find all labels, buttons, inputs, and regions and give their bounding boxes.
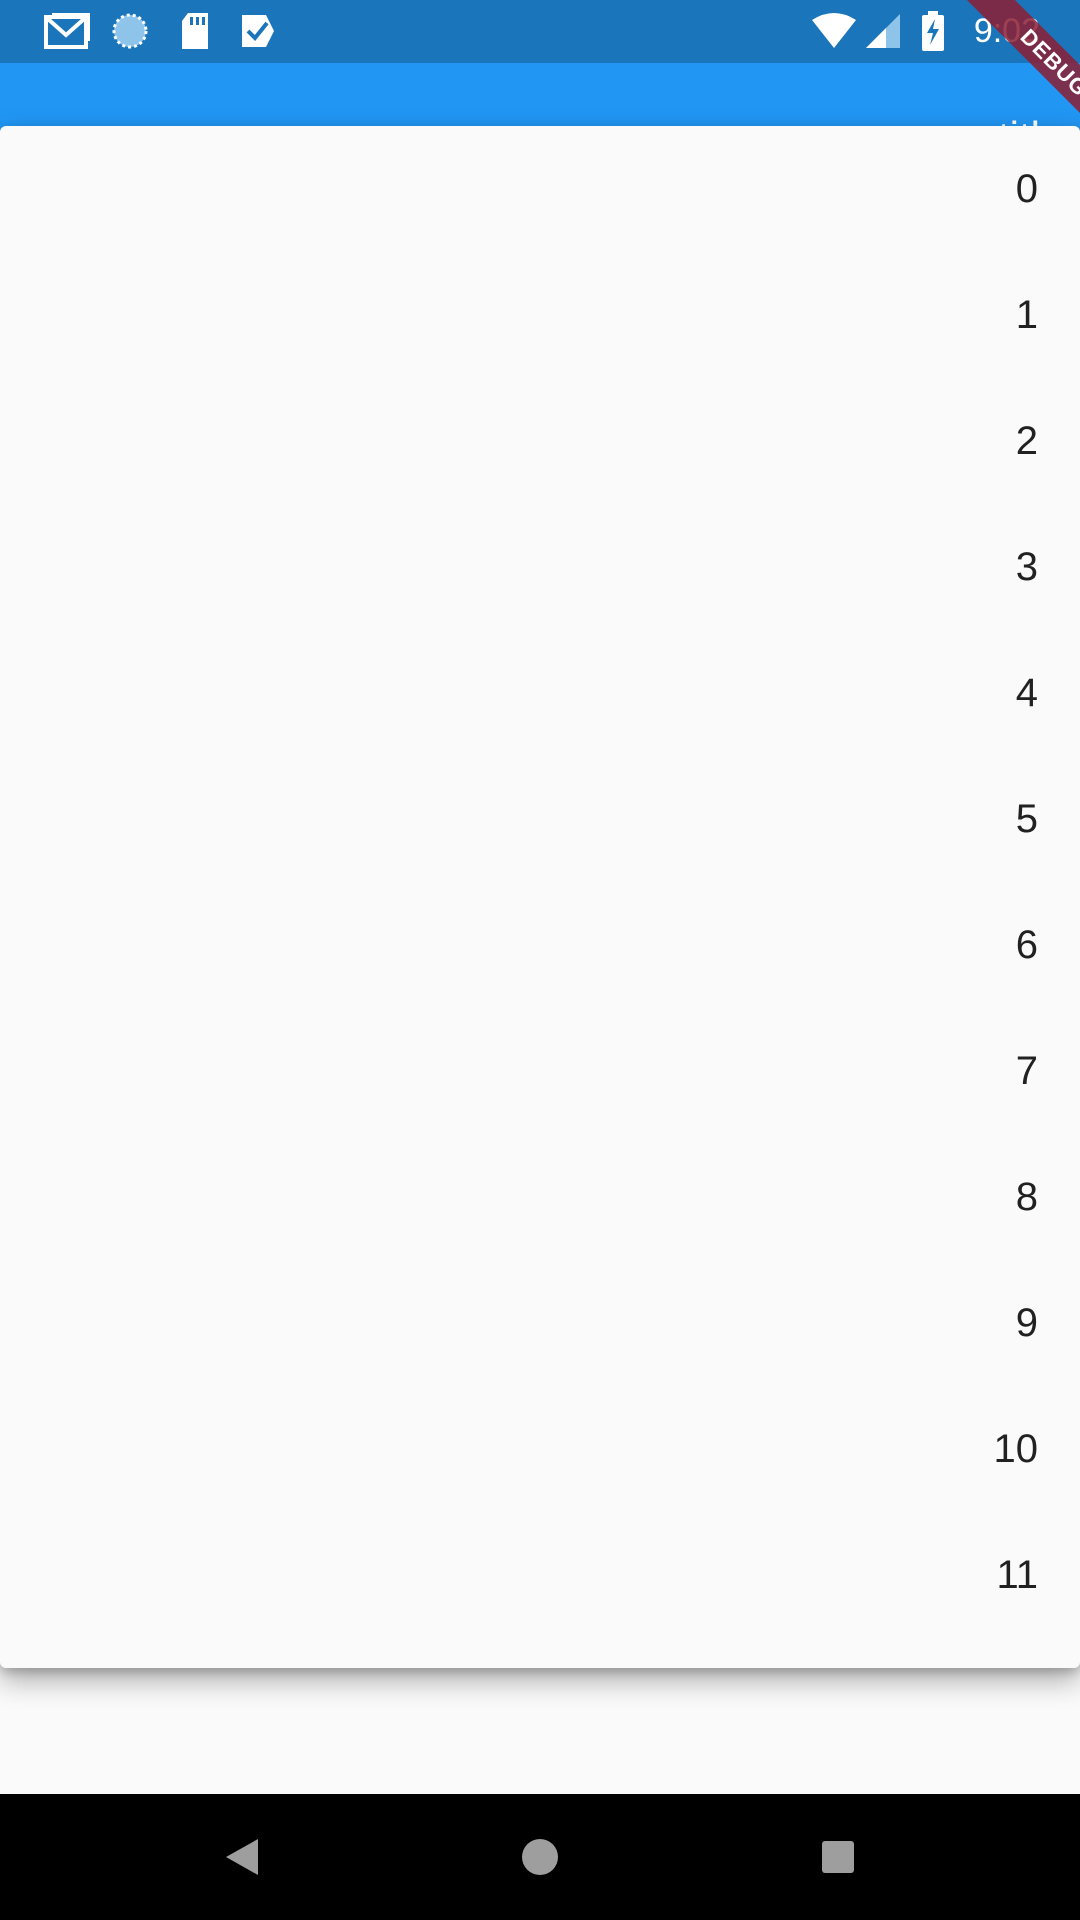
menu-item-label: 2 xyxy=(1015,418,1038,463)
status-bar: 9:02 xyxy=(0,0,1080,63)
menu-item-5[interactable]: 5 xyxy=(0,756,1080,882)
menu-item-4[interactable]: 4 xyxy=(0,630,1080,756)
menu-item-label: 6 xyxy=(1015,922,1038,967)
wifi-icon xyxy=(810,10,858,52)
menu-item-label: 3 xyxy=(1015,544,1038,589)
menu-item-label: 7 xyxy=(1015,1048,1038,1093)
menu-item-1[interactable]: 1 xyxy=(0,252,1080,378)
status-time: 9:02 xyxy=(973,11,1040,50)
cell-signal-icon xyxy=(864,10,902,52)
menu-item-label: 4 xyxy=(1015,670,1038,715)
task-check-icon xyxy=(240,10,276,52)
menu-item-label: 10 xyxy=(993,1426,1039,1471)
home-icon[interactable] xyxy=(518,1794,562,1920)
popup-menu: 0 1 2 3 4 5 6 7 8 9 10 11 xyxy=(0,126,1080,1668)
gmail-icon xyxy=(44,10,92,52)
menu-item-9[interactable]: 9 xyxy=(0,1260,1080,1386)
menu-item-label: 0 xyxy=(1015,166,1038,211)
menu-item-label: 5 xyxy=(1015,796,1038,841)
menu-item-label: 9 xyxy=(1015,1300,1038,1345)
menu-item-11[interactable]: 11 xyxy=(0,1512,1080,1638)
menu-item-label: 1 xyxy=(1015,292,1038,337)
battery-charging-icon xyxy=(920,10,946,52)
recents-icon[interactable] xyxy=(818,1794,858,1920)
menu-item-0[interactable]: 0 xyxy=(0,126,1080,252)
menu-item-label: 11 xyxy=(996,1552,1038,1597)
sync-icon xyxy=(110,10,150,52)
menu-item-10[interactable]: 10 xyxy=(0,1386,1080,1512)
back-icon[interactable] xyxy=(220,1794,264,1920)
menu-item-2[interactable]: 2 xyxy=(0,378,1080,504)
menu-item-6[interactable]: 6 xyxy=(0,882,1080,1008)
menu-item-7[interactable]: 7 xyxy=(0,1008,1080,1134)
menu-item-8[interactable]: 8 xyxy=(0,1134,1080,1260)
menu-item-label: 8 xyxy=(1015,1174,1038,1219)
sd-card-icon xyxy=(178,10,212,52)
menu-item-3[interactable]: 3 xyxy=(0,504,1080,630)
navigation-bar xyxy=(0,1794,1080,1920)
